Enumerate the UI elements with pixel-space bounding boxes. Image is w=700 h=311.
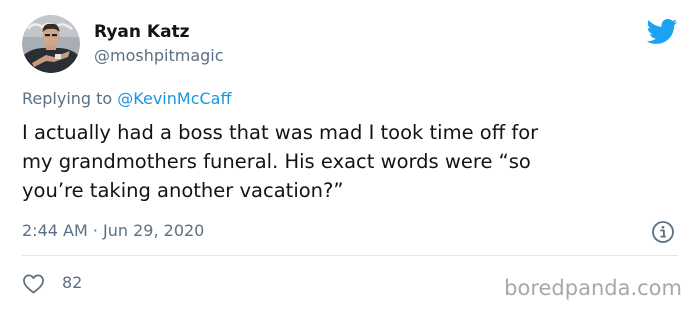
twitter-bird-icon[interactable] — [645, 18, 678, 45]
replying-to-line: Replying to @KevinMcCaff — [22, 88, 232, 110]
avatar[interactable] — [22, 15, 80, 73]
divider — [22, 255, 678, 256]
avatar-image — [22, 15, 80, 73]
replying-to-label: Replying to — [22, 89, 118, 108]
reply-mention-link[interactable]: @KevinMcCaff — [117, 89, 231, 108]
tweet-timestamp[interactable]: 2:44 AM · Jun 29, 2020 — [22, 220, 204, 242]
info-icon[interactable] — [651, 220, 675, 244]
heart-icon — [23, 274, 44, 293]
like-button[interactable]: 82 — [22, 271, 82, 295]
display-name[interactable]: Ryan Katz — [94, 22, 190, 42]
like-count: 82 — [62, 273, 83, 292]
tweet-card: Ryan Katz @moshpitmagic Replying to @Kev… — [0, 0, 700, 311]
user-handle[interactable]: @moshpitmagic — [94, 46, 224, 66]
tweet-text: I actually had a boss that was mad I too… — [22, 121, 539, 202]
watermark: boredpanda.com — [504, 276, 682, 300]
